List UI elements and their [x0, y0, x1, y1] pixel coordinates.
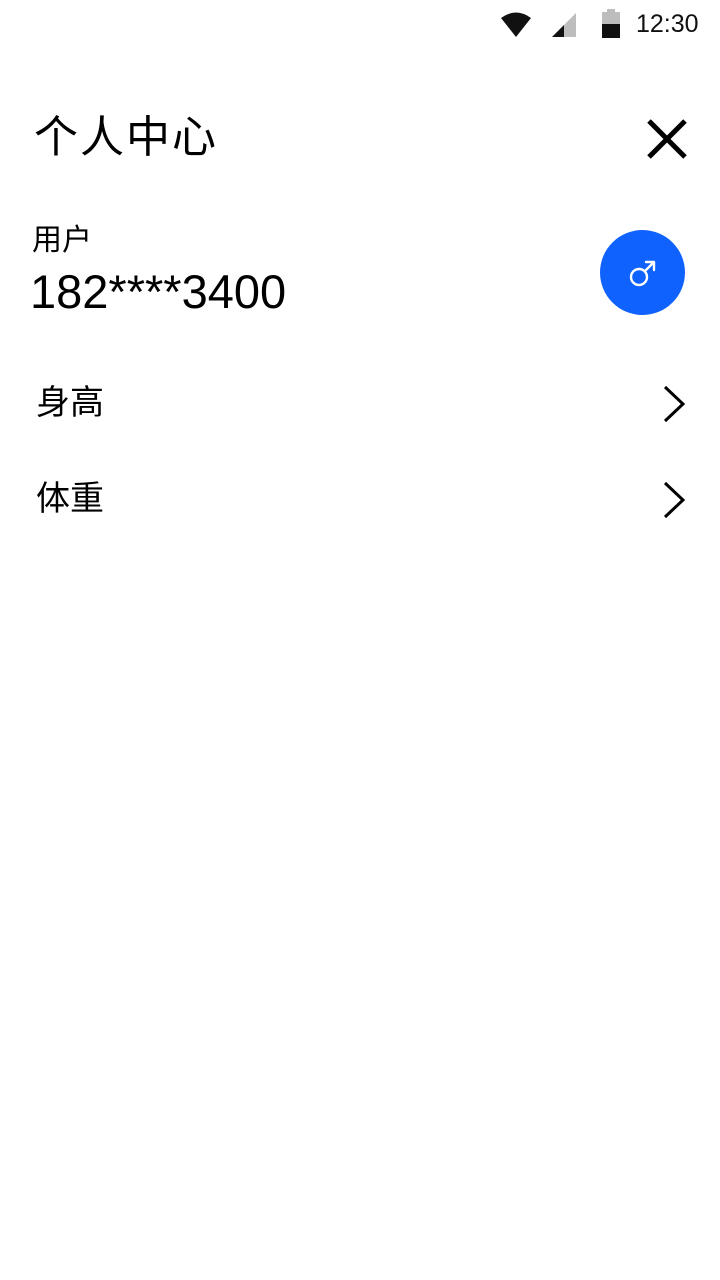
list-item-height[interactable]: 身高 [0, 358, 720, 448]
close-button[interactable] [640, 112, 694, 166]
list-item-weight[interactable]: 体重 [0, 454, 720, 544]
gender-avatar-button[interactable] [600, 230, 685, 315]
list-item-label: 身高 [36, 383, 104, 423]
cell-signal-icon [552, 13, 576, 37]
wifi-icon [501, 12, 531, 37]
user-label: 用户 [32, 223, 92, 258]
page-title: 个人中心 [34, 112, 218, 163]
status-time: 12:30 [636, 10, 699, 38]
chevron-right-icon [663, 385, 686, 423]
status-bar: 12:30 [0, 0, 720, 50]
list-item-label: 体重 [36, 479, 104, 519]
user-phone-number: 182****3400 [30, 265, 287, 318]
close-icon [647, 119, 687, 159]
male-symbol-icon [629, 260, 655, 286]
chevron-right-icon [663, 481, 686, 519]
personal-center-screen: 12:30 个人中心 用户 182****3400 身高 体重 [0, 0, 720, 1280]
battery-icon [602, 9, 620, 38]
